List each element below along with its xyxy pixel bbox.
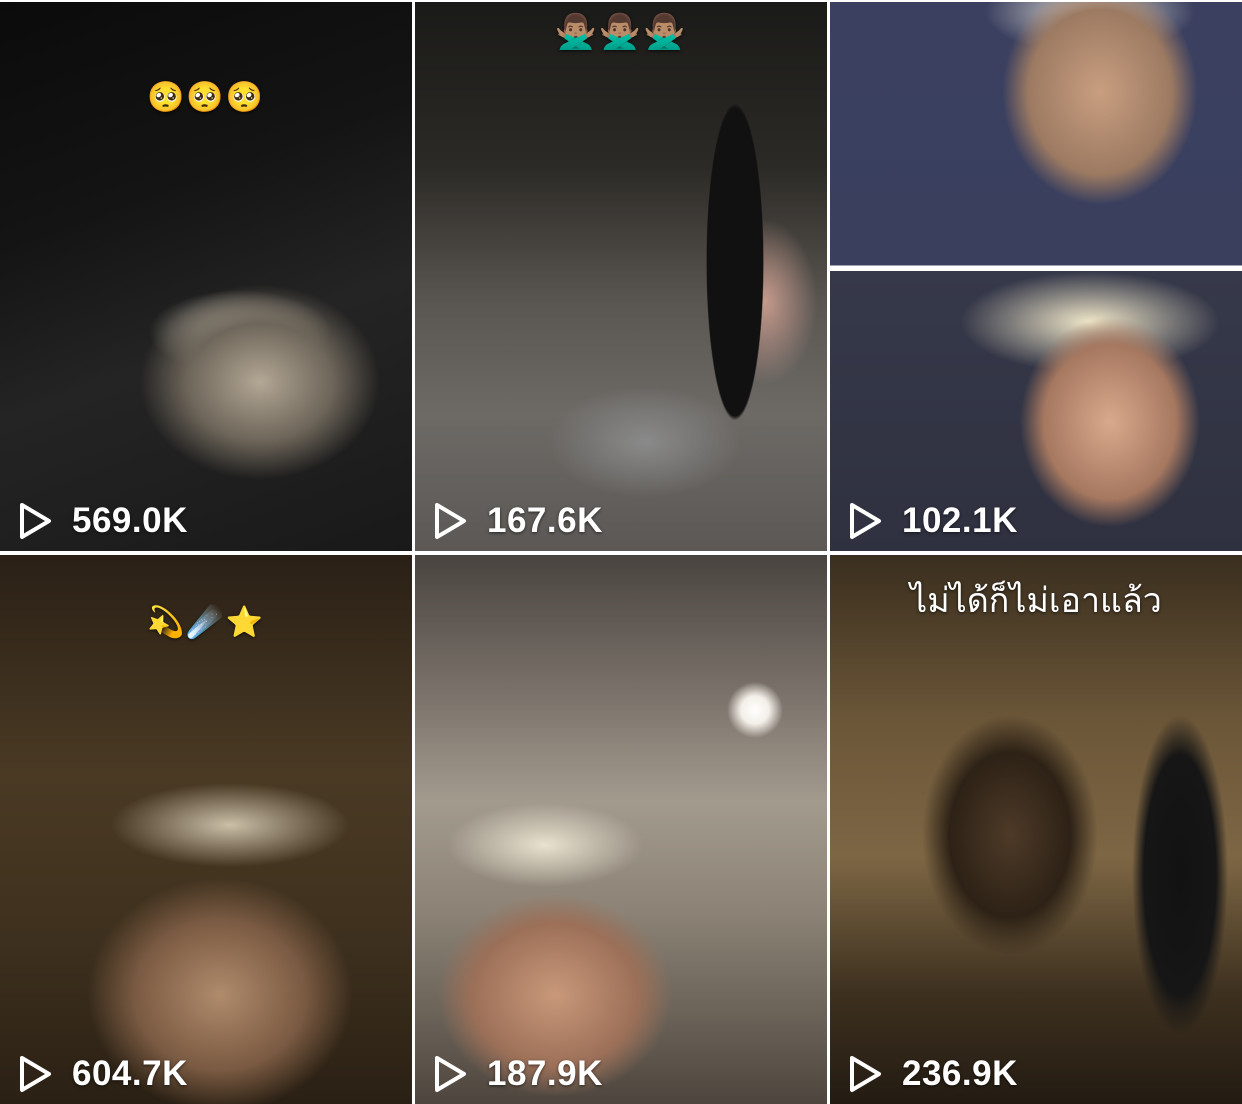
view-count-label: 569.0K [72,501,188,540]
play-outline-icon [433,1055,467,1093]
view-count: 102.1K [848,501,1018,541]
video-tile[interactable]: 102.1K [830,2,1242,551]
play-outline-icon [18,502,52,540]
view-count: 604.7K [18,1054,188,1094]
play-outline-icon [848,502,882,540]
view-count: 187.9K [433,1054,603,1094]
video-caption: 🥺🥺🥺 [146,80,266,115]
video-caption: 🙅🏽‍♂️🙅🏽‍♂️🙅🏽‍♂️ [554,12,688,52]
video-grid: 🥺🥺🥺 569.0K 🙅🏽‍♂️🙅🏽‍♂️🙅🏽‍♂️ 167.6K 102.1K [0,0,1242,1104]
play-outline-icon [848,1055,882,1093]
view-count-label: 167.6K [487,501,603,540]
view-count-label: 236.9K [902,1054,1018,1093]
video-caption: 💫☄️⭐ [146,605,266,640]
video-tile[interactable]: 187.9K [415,555,827,1104]
view-count-label: 604.7K [72,1054,188,1093]
video-tile[interactable]: 🥺🥺🥺 569.0K [0,2,412,551]
video-thumbnail [830,555,1242,1104]
video-thumbnail [415,2,827,551]
video-caption: ไม่ได้ก็ไม่เอาแล้ว [910,581,1162,621]
video-thumbnail [415,555,827,1104]
view-count: 569.0K [18,501,188,541]
view-count-label: 102.1K [902,501,1018,540]
video-tile[interactable]: 💫☄️⭐ 604.7K [0,555,412,1104]
view-count: 167.6K [433,501,603,541]
video-tile[interactable]: 🙅🏽‍♂️🙅🏽‍♂️🙅🏽‍♂️ 167.6K [415,2,827,551]
view-count-label: 187.9K [487,1054,603,1093]
video-thumbnail [830,2,1242,551]
play-outline-icon [433,502,467,540]
play-outline-icon [18,1055,52,1093]
view-count: 236.9K [848,1054,1018,1094]
video-tile[interactable]: ไม่ได้ก็ไม่เอาแล้ว 236.9K [830,555,1242,1104]
